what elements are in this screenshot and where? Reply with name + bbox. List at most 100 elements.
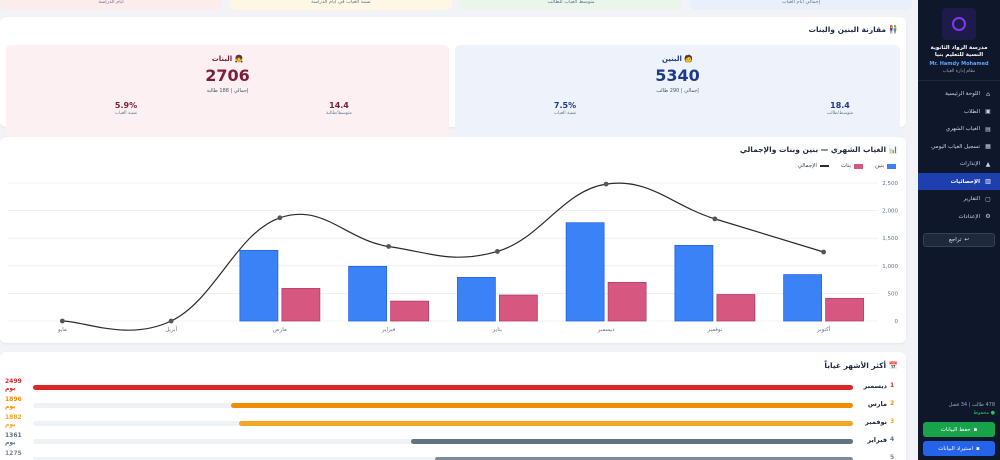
bar-boys [456, 276, 496, 322]
rank-number: 2 [890, 400, 895, 407]
sidebar-item[interactable]: ▣ الطلاب [918, 103, 1000, 121]
month-total: 1361 يوم [5, 432, 22, 446]
rank-number: 4 [890, 436, 895, 443]
rank-bar [230, 403, 853, 408]
x-tick-label: أكتوبر [816, 325, 831, 333]
back-button[interactable]: ↩ تراجع [923, 233, 995, 248]
month-total: 1882 يوم [5, 414, 22, 428]
sidebar-item-label: اللوحة الرئيسية [945, 91, 980, 98]
sidebar-item-label: الإعدادات [958, 213, 980, 220]
sidebar-item[interactable]: ▥ الإحصائيات [918, 172, 1000, 191]
top-month-row: 1882 يوم نوفمبر 3 [0, 414, 900, 434]
x-tick-label: مارس [273, 327, 287, 333]
home-icon: ⌂ [986, 90, 990, 98]
girls-avg: 14.4 متوسط/طالبة [326, 101, 352, 116]
sidebar-item[interactable]: ⌂ اللوحة الرئيسية [918, 85, 1000, 103]
rank-track [33, 421, 853, 426]
bar-girls [825, 297, 865, 322]
rank-number: 3 [890, 418, 895, 425]
alert-icon: ▲ [985, 160, 991, 168]
gear-icon: ⚙ [985, 213, 991, 221]
girls-pct: 5.9% نسبة الغياب [114, 101, 138, 116]
bar-girls [281, 288, 321, 322]
import-icon: ▪ [976, 445, 980, 452]
y-tick-label: 1,500 [882, 236, 898, 242]
sidebar-item[interactable]: ⚙ الإعدادات [918, 208, 1000, 226]
save-data-button[interactable]: ▪ حفظ البيانات [923, 422, 995, 437]
bar-boys [565, 222, 605, 322]
saved-status: ● محفوظ [973, 410, 995, 416]
bar-boys [239, 249, 279, 322]
bar-boys [674, 244, 714, 322]
summary-card: أيام الدراسة [0, 0, 222, 10]
rank-track [33, 403, 853, 408]
bar-girls [390, 300, 430, 322]
total-point [277, 215, 283, 221]
rank-track [33, 439, 853, 444]
main-content: أيام الدراسة نسبة الغياب في أيام الدراسة… [0, 0, 912, 460]
sidebar-item-label: التقارير [963, 196, 980, 203]
save-icon: ▪ [973, 426, 978, 433]
boys-total: 5340 [655, 66, 700, 85]
monthly-chart: 0 500 1,000 1,500 2,000 2,500 أكتوبر نوفمبر ديسم… [8, 181, 899, 333]
sidebar-footer: 478 طالب | 34 فصل ● محفوظ ▪ حفظ البيانات … [918, 402, 1000, 460]
girls-card: 👧 البنات 2706 إجمالي | 188 طالبة 14.4 مت… [6, 45, 449, 137]
sidebar-item-label: الإنذارات [960, 161, 980, 168]
rank-bar [33, 385, 853, 390]
teacher-name: Mr. Hamdy Mohamed [929, 61, 989, 68]
x-tick-label: يناير [492, 327, 503, 333]
sidebar-item-label: الغياب الشهري [945, 126, 980, 133]
school-name: مدرسة الرواد الثانوية النسية للتعليم بني… [930, 45, 988, 59]
system-name: نظام إدارة الغياب [942, 69, 976, 75]
sidebar-item[interactable]: ▦ تسجيل الغياب اليومي [918, 138, 1000, 156]
summary-card: نسبة الغياب في أيام الدراسة [230, 0, 452, 10]
x-tick-label: ديسمبر [597, 327, 615, 333]
boys-pct: 7.5% نسبة الغياب [553, 101, 577, 116]
girls-sub: إجمالي | 188 طالبة [206, 88, 249, 94]
sidebar: مدرسة الرواد الثانوية النسية للتعليم بني… [918, 0, 1000, 460]
sidebar-item[interactable]: ▲ الإنذارات [918, 155, 1000, 173]
total-point [603, 181, 609, 187]
top-month-row: 1275يوم 5 [0, 450, 900, 460]
x-tick-label: نوفمبر [706, 327, 722, 333]
month-total: 1275يوم [5, 450, 22, 460]
bar-boys [348, 265, 388, 322]
total-point [386, 244, 392, 249]
top-months-panel: 📅 أكثر الأشهر غياباً 2499 يوم ديسمبر 1 1896 ي… [0, 352, 906, 460]
boys-label: 🧑 البنين [661, 55, 694, 63]
x-tick-label: أبريل [165, 325, 177, 333]
girls-total: 2706 [205, 66, 250, 85]
school-logo [942, 8, 976, 40]
total-point [59, 318, 65, 324]
back-arrow-icon: ↩ [964, 237, 970, 244]
y-tick-label: 2,000 [882, 209, 898, 215]
girls-label: 👧 البنات [211, 55, 244, 63]
month-name: مارس [867, 400, 887, 408]
total-point [821, 249, 827, 255]
month-name: فبراير [867, 436, 887, 444]
y-tick-label: 0 [895, 319, 899, 325]
rank-number: 1 [890, 382, 895, 389]
import-data-button[interactable]: ▪ استيراد البيانات [923, 441, 995, 456]
student-count: 478 طالب | 34 فصل [948, 402, 995, 408]
comparison-title: 👫 مقارنة البنين والبنات [808, 25, 898, 34]
sidebar-item[interactable]: ▤ الغياب الشهري [918, 120, 1000, 138]
bar-girls [716, 294, 756, 322]
month-total: 2499 يوم [5, 378, 22, 392]
top-month-row: 1896 يوم مارس 2 [0, 396, 900, 416]
y-tick-label: 1,000 [882, 264, 898, 270]
y-tick-label: 2,500 [882, 181, 898, 187]
sidebar-item[interactable]: ▢ التقارير [918, 190, 1000, 208]
month-name: نوفمبر [865, 418, 887, 426]
calendar-icon: ▤ [985, 125, 991, 133]
total-point [168, 318, 174, 324]
total-point [712, 216, 718, 222]
sidebar-divider [918, 80, 1000, 82]
bar-girls [607, 281, 647, 322]
top-months-title: 📅 أكثر الأشهر غياباً [824, 361, 898, 370]
summary-card: متوسط الغياب للطالب [460, 0, 682, 10]
rank-bar [238, 421, 853, 426]
month-total: 1896 يوم [5, 396, 22, 410]
sidebar-item-label: تسجيل الغياب اليومي [931, 143, 980, 150]
x-tick-label: فبراير [381, 327, 396, 333]
